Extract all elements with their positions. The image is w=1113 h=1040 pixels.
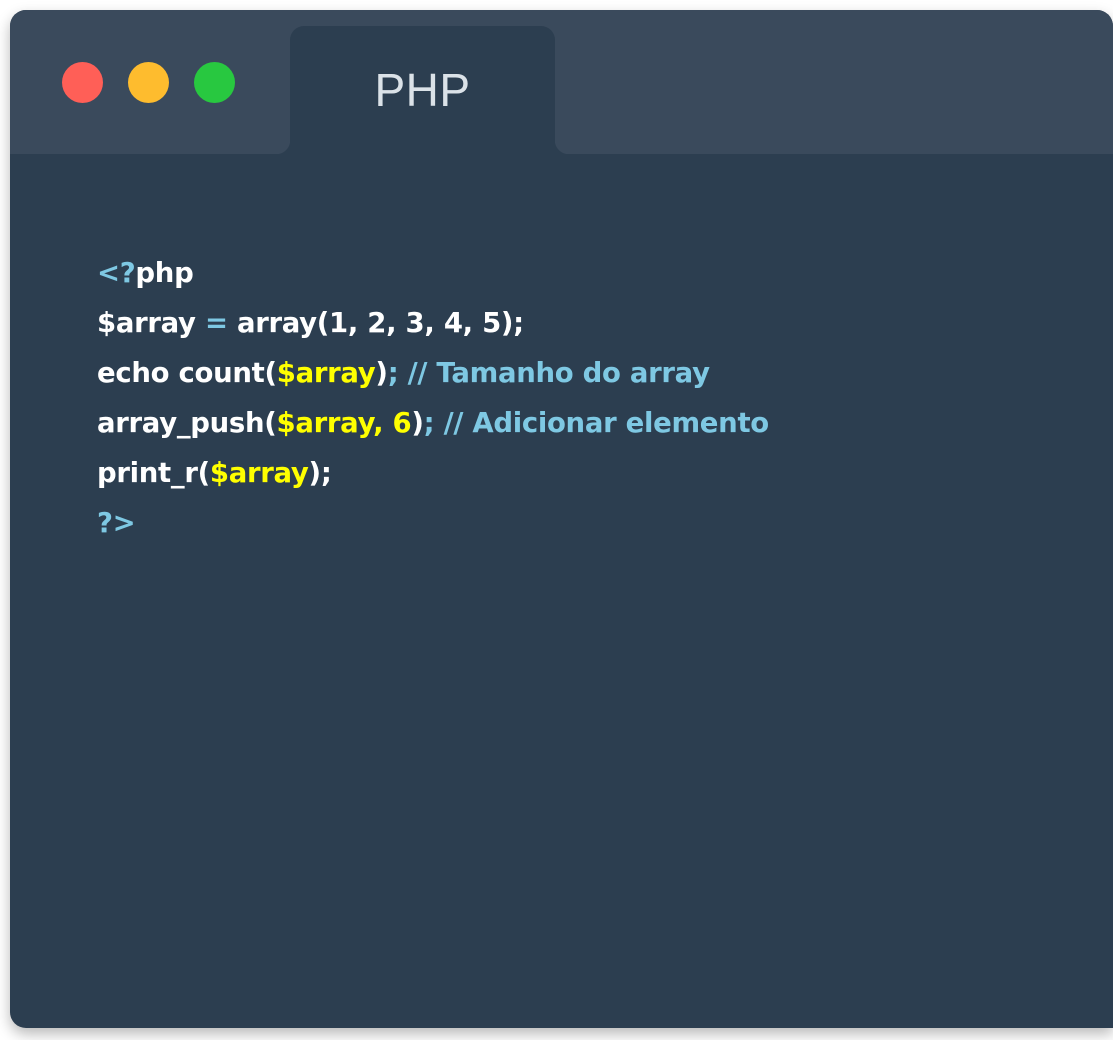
code-token: ; // Adicionar elemento	[423, 407, 770, 439]
code-line: print_r($array);	[97, 448, 769, 498]
code-token: )	[375, 357, 388, 389]
tab-label: PHP	[374, 64, 471, 116]
code-line: <?php	[97, 248, 769, 298]
tab-php[interactable]: PHP	[290, 26, 555, 154]
code-token: echo count(	[97, 357, 277, 389]
code-token: $array	[276, 357, 376, 389]
code-token: =	[204, 307, 228, 339]
code-window: PHP <?php $array = array(1, 2, 3, 4, 5); e…	[10, 10, 1113, 1028]
code-token: array(1, 2, 3, 4, 5);	[227, 307, 524, 339]
code-token: $array, 6	[276, 407, 412, 439]
code-line: ?>	[97, 498, 769, 548]
minimize-button[interactable]	[128, 62, 169, 103]
code-token: print_r(	[97, 457, 210, 489]
code-token: php	[135, 257, 194, 289]
code-token: $array	[97, 307, 205, 339]
maximize-button[interactable]	[194, 62, 235, 103]
close-button[interactable]	[62, 62, 103, 103]
code-token: <?	[97, 257, 136, 289]
code-line: echo count($array); // Tamanho do array	[97, 348, 769, 398]
code-token: ; // Tamanho do array	[387, 357, 710, 389]
code-block: <?php $array = array(1, 2, 3, 4, 5); echo …	[97, 248, 769, 548]
window-controls	[62, 62, 235, 103]
code-token: $array	[209, 457, 309, 489]
code-line: $array = array(1, 2, 3, 4, 5);	[97, 298, 769, 348]
code-line: array_push($array, 6); // Adicionar elem…	[97, 398, 769, 448]
title-bar: PHP	[10, 10, 1113, 154]
code-token: );	[308, 457, 332, 489]
code-token: array_push(	[97, 407, 277, 439]
code-token: )	[411, 407, 424, 439]
code-token: ?>	[97, 507, 136, 539]
